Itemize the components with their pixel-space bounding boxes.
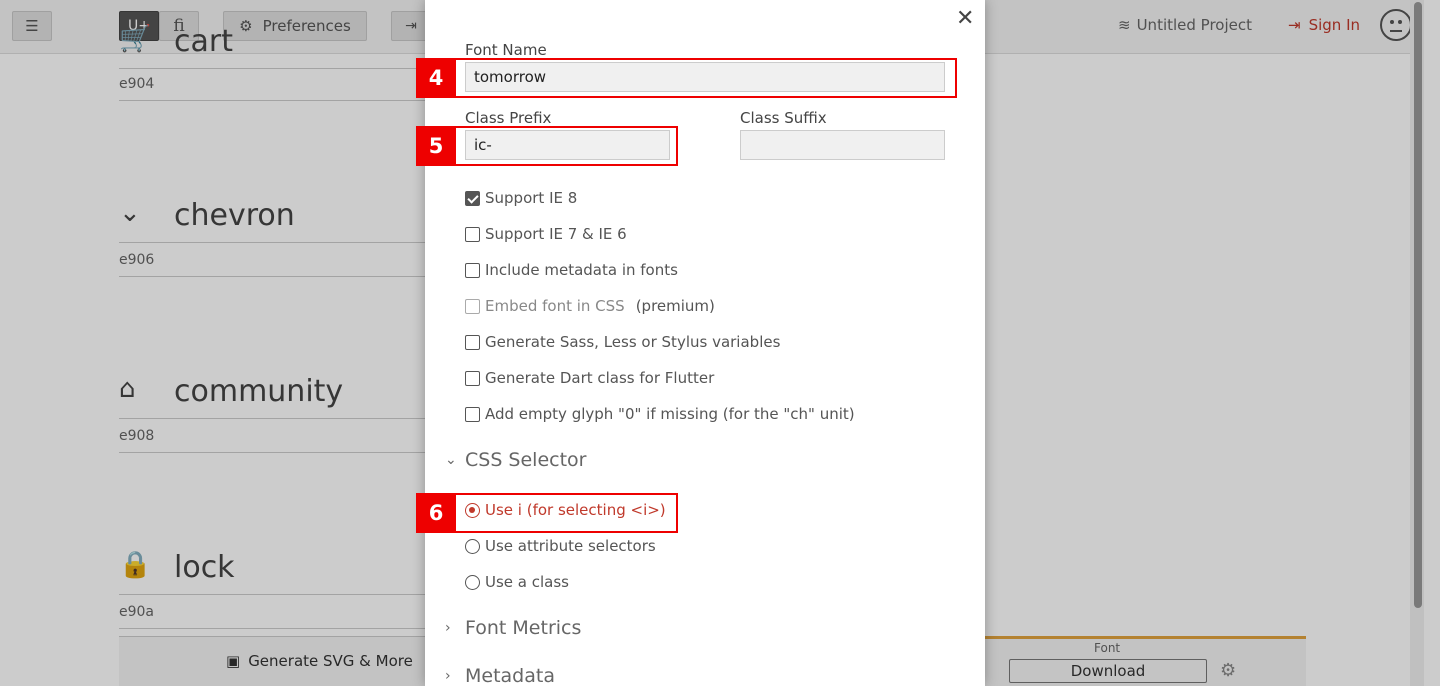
selector-use-attribute[interactable]: Use attribute selectors bbox=[465, 537, 656, 555]
font-name-label: Font Name bbox=[465, 41, 547, 59]
option-label: Add empty glyph "0" if missing (for the … bbox=[485, 405, 855, 423]
chevron-right-icon: › bbox=[445, 620, 451, 636]
chevron-down-icon: ⌄ bbox=[445, 452, 457, 468]
checkbox[interactable] bbox=[465, 226, 480, 242]
checkbox[interactable] bbox=[465, 406, 480, 422]
annotation-label-6: 6 bbox=[416, 493, 456, 533]
class-prefix-label: Class Prefix bbox=[465, 109, 552, 127]
option-label: Embed font in CSS bbox=[485, 297, 625, 315]
option-embed-font[interactable]: Embed font in CSS (premium) bbox=[465, 297, 715, 315]
annotation-label-4: 4 bbox=[416, 58, 456, 98]
annotation-label-5: 5 bbox=[416, 126, 456, 166]
selector-label: Use attribute selectors bbox=[485, 537, 656, 555]
font-metrics-section-header[interactable]: › Font Metrics bbox=[445, 617, 581, 639]
section-title: Font Metrics bbox=[465, 617, 582, 639]
checkbox[interactable] bbox=[465, 334, 480, 350]
close-icon[interactable]: ✕ bbox=[956, 6, 974, 31]
option-generate-variables[interactable]: Generate Sass, Less or Stylus variables bbox=[465, 333, 780, 351]
selector-label: Use a class bbox=[485, 573, 569, 591]
option-label: Support IE 8 bbox=[485, 189, 578, 207]
option-label: Generate Sass, Less or Stylus variables bbox=[485, 333, 781, 351]
selector-use-class[interactable]: Use a class bbox=[465, 573, 569, 591]
option-support-ie7-ie6[interactable]: Support IE 7 & IE 6 bbox=[465, 225, 627, 243]
option-add-empty-glyph[interactable]: Add empty glyph "0" if missing (for the … bbox=[465, 405, 855, 423]
css-selector-section-header[interactable]: ⌄ CSS Selector bbox=[445, 449, 586, 471]
option-support-ie8[interactable]: Support IE 8 bbox=[465, 189, 577, 207]
checkbox[interactable] bbox=[465, 262, 480, 278]
option-include-metadata[interactable]: Include metadata in fonts bbox=[465, 261, 678, 279]
chevron-right-icon: › bbox=[445, 668, 451, 684]
annotation-box-4 bbox=[416, 58, 957, 98]
radio-button[interactable] bbox=[465, 538, 480, 554]
class-suffix-label: Class Suffix bbox=[740, 109, 827, 127]
checkbox[interactable] bbox=[465, 190, 480, 206]
option-generate-dart[interactable]: Generate Dart class for Flutter bbox=[465, 369, 714, 387]
option-label: Support IE 7 & IE 6 bbox=[485, 225, 627, 243]
radio-button[interactable] bbox=[465, 574, 480, 590]
section-title: Metadata bbox=[465, 665, 555, 686]
class-suffix-input[interactable] bbox=[740, 130, 945, 160]
checkbox[interactable] bbox=[465, 298, 480, 314]
option-label: Include metadata in fonts bbox=[485, 261, 678, 279]
section-title: CSS Selector bbox=[465, 449, 587, 471]
metadata-section-header[interactable]: › Metadata bbox=[445, 665, 555, 686]
premium-tag: (premium) bbox=[635, 297, 715, 315]
checkbox[interactable] bbox=[465, 370, 480, 386]
option-label: Generate Dart class for Flutter bbox=[485, 369, 715, 387]
